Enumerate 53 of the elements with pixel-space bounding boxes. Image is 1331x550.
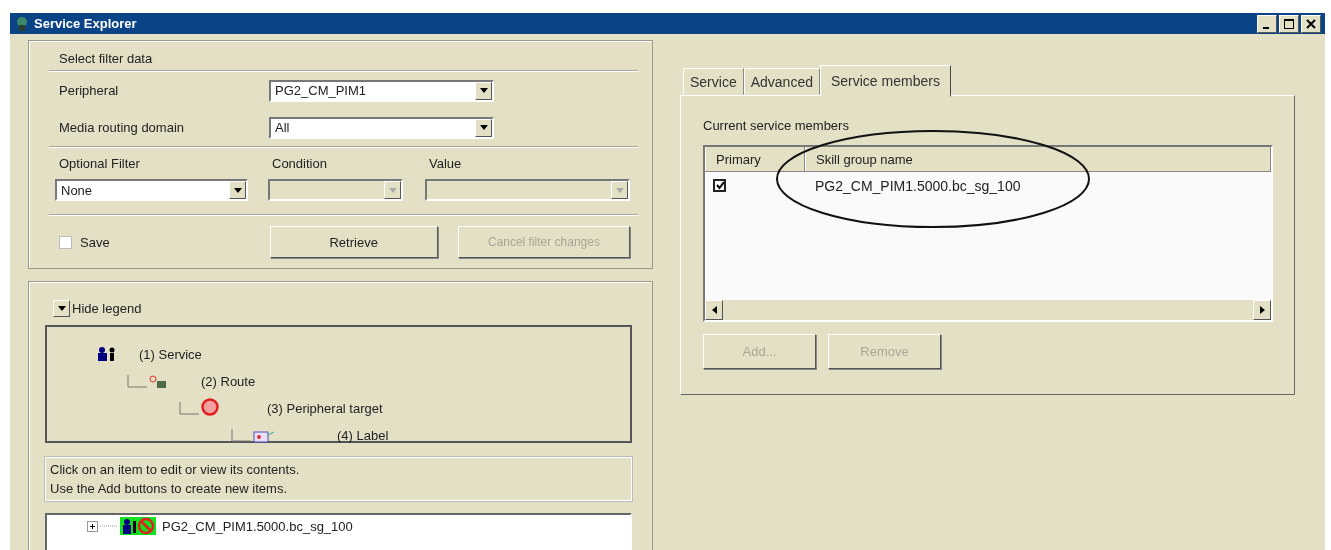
minimize-button[interactable] xyxy=(1257,14,1277,33)
group-title: Select filter data xyxy=(58,50,154,68)
maximize-button[interactable] xyxy=(1279,14,1299,33)
caret-icon xyxy=(57,306,66,311)
tab[interactable]: Service xyxy=(683,68,744,95)
checkbox-label: Save xyxy=(80,234,110,250)
column-header[interactable]: Skill group name xyxy=(805,147,1271,171)
plus-icon xyxy=(88,521,97,531)
connector-line xyxy=(100,524,118,528)
legend-label: (2) Route xyxy=(201,374,256,389)
field-label: Optional Filter xyxy=(58,156,141,171)
primary-checkbox[interactable] xyxy=(713,178,726,192)
expand-toggle[interactable] xyxy=(87,520,98,532)
horizontal-scrollbar[interactable] xyxy=(705,300,1271,320)
hint-text: Click on an item to edit or view its contents. xyxy=(50,461,301,479)
window-title: Service Explorer xyxy=(34,16,137,31)
column-header[interactable]: Primary xyxy=(705,147,805,171)
tab[interactable]: Advanced xyxy=(743,68,820,95)
dropdown[interactable]: None xyxy=(55,179,248,201)
right-arrow-icon xyxy=(1259,306,1265,314)
label-tag-icon xyxy=(253,429,275,443)
section-title: Current service members xyxy=(703,118,850,135)
dropdown-arrow-button[interactable] xyxy=(53,300,70,317)
dropdown[interactable]: All xyxy=(269,116,494,139)
route-icon xyxy=(149,375,167,389)
tab[interactable]: Service members xyxy=(819,65,951,97)
scroll-right-button[interactable] xyxy=(1253,300,1271,320)
target-icon xyxy=(201,398,219,416)
connector-line xyxy=(127,375,147,389)
connector-line xyxy=(231,429,251,443)
minimize-icon xyxy=(1262,26,1269,29)
field-label: Media routing domain xyxy=(58,120,186,135)
field-label: Condition xyxy=(271,156,328,171)
save-checkbox[interactable] xyxy=(59,235,72,249)
field-label: Peripheral xyxy=(58,83,120,98)
field-label: Value xyxy=(428,156,463,171)
left-arrow-icon xyxy=(711,306,717,314)
scroll-left-button[interactable] xyxy=(705,300,723,320)
legend-label: (4) Label xyxy=(337,428,389,443)
close-button[interactable] xyxy=(1301,14,1321,33)
tree-icon xyxy=(14,15,30,32)
action-button[interactable]: Retrieve xyxy=(269,226,438,258)
close-icon xyxy=(1306,18,1316,29)
tree-item[interactable]: PG2_CM_PIM1.5000.bc_sg_100 xyxy=(162,518,353,534)
dropdown[interactable]: PG2_CM_PIM1 xyxy=(269,79,494,102)
connector-line xyxy=(179,402,199,416)
legend-label: (1) Service xyxy=(139,347,202,362)
service-status-icon xyxy=(120,517,156,535)
legend-toggle-label[interactable]: Hide legend xyxy=(72,301,142,316)
hint-text: Use the Add buttons to create new items. xyxy=(50,480,289,498)
table-cell-text: PG2_CM_PIM1.5000.bc_sg_100 xyxy=(814,178,1022,194)
maximize-icon xyxy=(1284,18,1294,29)
legend-label: (3) Peripheral target xyxy=(267,401,383,416)
